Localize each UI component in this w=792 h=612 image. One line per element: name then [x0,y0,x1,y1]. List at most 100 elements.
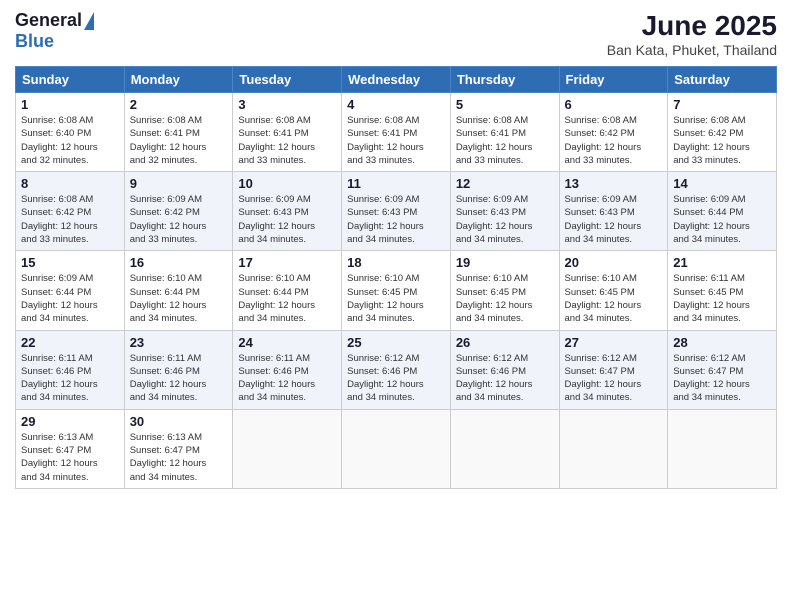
table-row [559,409,668,488]
daylight-text-cont: and 34 minutes. [347,391,445,404]
logo-blue: Blue [15,31,54,52]
day-number: 8 [21,176,119,191]
daylight-text: Daylight: 12 hours [456,141,554,154]
sunrise-text: Sunrise: 6:09 AM [130,193,228,206]
sunset-text: Sunset: 6:43 PM [565,206,663,219]
header-friday: Friday [559,67,668,93]
sunrise-text: Sunrise: 6:10 AM [130,272,228,285]
header: General Blue June 2025 Ban Kata, Phuket,… [15,10,777,58]
day-info: Sunrise: 6:09 AMSunset: 6:43 PMDaylight:… [238,193,336,246]
day-number: 24 [238,335,336,350]
subtitle: Ban Kata, Phuket, Thailand [607,42,777,58]
table-row: 14Sunrise: 6:09 AMSunset: 6:44 PMDayligh… [668,172,777,251]
table-row: 30Sunrise: 6:13 AMSunset: 6:47 PMDayligh… [124,409,233,488]
sunset-text: Sunset: 6:46 PM [130,365,228,378]
logo-text: General [15,10,94,31]
logo-general: General [15,10,82,31]
table-row: 16Sunrise: 6:10 AMSunset: 6:44 PMDayligh… [124,251,233,330]
sunset-text: Sunset: 6:42 PM [130,206,228,219]
daylight-text: Daylight: 12 hours [130,378,228,391]
day-number: 20 [565,255,663,270]
table-row: 1Sunrise: 6:08 AMSunset: 6:40 PMDaylight… [16,93,125,172]
daylight-text: Daylight: 12 hours [565,220,663,233]
title-section: June 2025 Ban Kata, Phuket, Thailand [607,10,777,58]
daylight-text: Daylight: 12 hours [347,378,445,391]
sunrise-text: Sunrise: 6:12 AM [565,352,663,365]
day-number: 5 [456,97,554,112]
sunset-text: Sunset: 6:43 PM [347,206,445,219]
daylight-text-cont: and 34 minutes. [347,233,445,246]
calendar-week-row: 8Sunrise: 6:08 AMSunset: 6:42 PMDaylight… [16,172,777,251]
header-saturday: Saturday [668,67,777,93]
table-row: 23Sunrise: 6:11 AMSunset: 6:46 PMDayligh… [124,330,233,409]
day-number: 27 [565,335,663,350]
sunrise-text: Sunrise: 6:10 AM [238,272,336,285]
day-info: Sunrise: 6:10 AMSunset: 6:45 PMDaylight:… [347,272,445,325]
daylight-text-cont: and 34 minutes. [21,471,119,484]
day-number: 2 [130,97,228,112]
sunrise-text: Sunrise: 6:13 AM [21,431,119,444]
day-number: 15 [21,255,119,270]
daylight-text: Daylight: 12 hours [21,378,119,391]
sunset-text: Sunset: 6:40 PM [21,127,119,140]
day-info: Sunrise: 6:09 AMSunset: 6:43 PMDaylight:… [456,193,554,246]
header-sunday: Sunday [16,67,125,93]
daylight-text: Daylight: 12 hours [673,220,771,233]
daylight-text: Daylight: 12 hours [565,299,663,312]
daylight-text-cont: and 32 minutes. [130,154,228,167]
sunrise-text: Sunrise: 6:13 AM [130,431,228,444]
daylight-text: Daylight: 12 hours [21,299,119,312]
main-title: June 2025 [607,10,777,42]
sunset-text: Sunset: 6:44 PM [130,286,228,299]
table-row: 9Sunrise: 6:09 AMSunset: 6:42 PMDaylight… [124,172,233,251]
daylight-text: Daylight: 12 hours [238,299,336,312]
table-row: 26Sunrise: 6:12 AMSunset: 6:46 PMDayligh… [450,330,559,409]
sunset-text: Sunset: 6:41 PM [347,127,445,140]
day-info: Sunrise: 6:08 AMSunset: 6:42 PMDaylight:… [673,114,771,167]
table-row: 6 Sunrise: 6:08 AMSunset: 6:42 PMDaylight… [559,93,668,172]
day-number: 6 [565,97,663,112]
day-number: 4 [347,97,445,112]
sunset-text: Sunset: 6:46 PM [456,365,554,378]
day-info: Sunrise: 6:08 AMSunset: 6:41 PMDaylight:… [456,114,554,167]
day-info: Sunrise: 6:08 AMSunset: 6:42 PMDaylight:… [565,114,663,167]
table-row: 19Sunrise: 6:10 AMSunset: 6:45 PMDayligh… [450,251,559,330]
sunrise-text: Sunrise: 6:08 AM [456,114,554,127]
sunset-text: Sunset: 6:41 PM [238,127,336,140]
daylight-text-cont: and 34 minutes. [565,312,663,325]
daylight-text: Daylight: 12 hours [21,220,119,233]
daylight-text: Daylight: 12 hours [347,220,445,233]
sunset-text: Sunset: 6:42 PM [565,127,663,140]
calendar-week-row: 15 Sunrise: 6:09 AMSunset: 6:44 PMDayligh… [16,251,777,330]
table-row: 5 Sunrise: 6:08 AMSunset: 6:41 PMDaylight… [450,93,559,172]
day-info: Sunrise: 6:09 AMSunset: 6:44 PMDaylight:… [21,272,119,325]
day-number: 17 [238,255,336,270]
table-row: 11Sunrise: 6:09 AMSunset: 6:43 PMDayligh… [342,172,451,251]
day-info: Sunrise: 6:08 AMSunset: 6:40 PMDaylight:… [21,114,119,167]
calendar-header-row: Sunday Monday Tuesday Wednesday Thursday… [16,67,777,93]
sunset-text: Sunset: 6:44 PM [21,286,119,299]
day-info: Sunrise: 6:13 AMSunset: 6:47 PMDaylight:… [130,431,228,484]
day-info: Sunrise: 6:11 AMSunset: 6:46 PMDaylight:… [21,352,119,405]
daylight-text-cont: and 34 minutes. [347,312,445,325]
daylight-text: Daylight: 12 hours [673,141,771,154]
daylight-text: Daylight: 12 hours [130,299,228,312]
sunrise-text: Sunrise: 6:09 AM [565,193,663,206]
day-number: 12 [456,176,554,191]
daylight-text-cont: and 34 minutes. [21,391,119,404]
sunrise-text: Sunrise: 6:11 AM [238,352,336,365]
daylight-text: Daylight: 12 hours [673,378,771,391]
sunrise-text: Sunrise: 6:09 AM [673,193,771,206]
daylight-text: Daylight: 12 hours [456,299,554,312]
table-row: 28Sunrise: 6:12 AMSunset: 6:47 PMDayligh… [668,330,777,409]
daylight-text-cont: and 34 minutes. [130,471,228,484]
table-row: 3Sunrise: 6:08 AMSunset: 6:41 PMDaylight… [233,93,342,172]
sunrise-text: Sunrise: 6:11 AM [21,352,119,365]
day-info: Sunrise: 6:12 AMSunset: 6:47 PMDaylight:… [565,352,663,405]
daylight-text-cont: and 34 minutes. [456,233,554,246]
sunrise-text: Sunrise: 6:09 AM [347,193,445,206]
day-number: 14 [673,176,771,191]
sunset-text: Sunset: 6:45 PM [347,286,445,299]
sunrise-text: Sunrise: 6:10 AM [456,272,554,285]
page: General Blue June 2025 Ban Kata, Phuket,… [0,0,792,612]
